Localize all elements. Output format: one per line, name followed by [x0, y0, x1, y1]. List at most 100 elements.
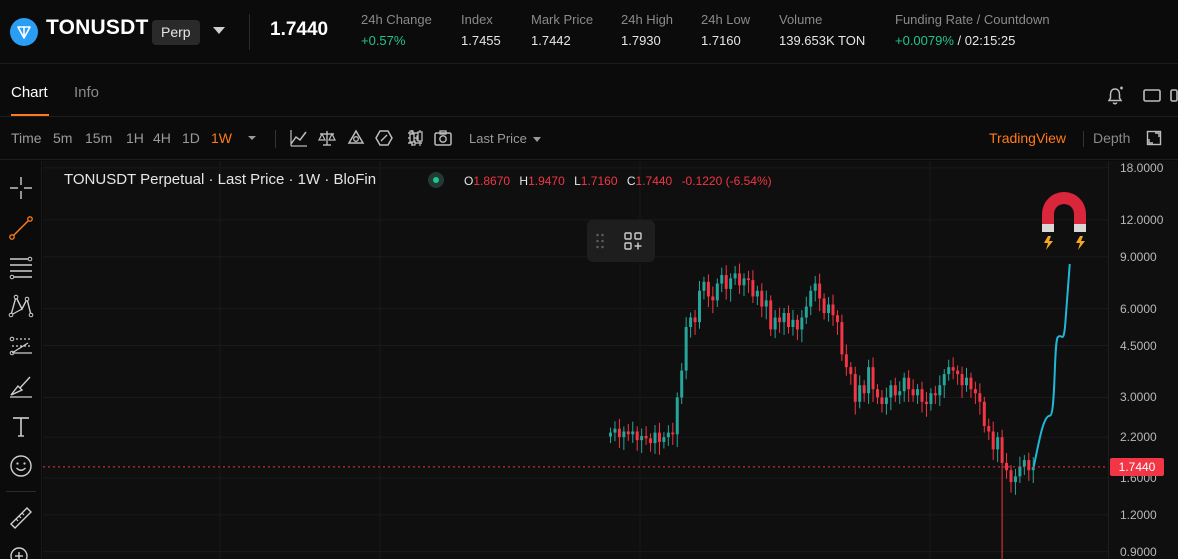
- drag-handle-icon[interactable]: [595, 233, 605, 249]
- candle-body: [889, 385, 893, 398]
- axis-tick-label: 2.2000: [1120, 430, 1157, 445]
- ohlc-open: 1.8670: [473, 174, 511, 188]
- candle-body: [640, 436, 644, 441]
- candle-body: [987, 426, 991, 432]
- ohlc-high-key: H: [519, 174, 529, 188]
- candle-body: [844, 354, 848, 368]
- axis-tick-label: 9.0000: [1120, 249, 1157, 264]
- candle-body: [938, 385, 942, 396]
- candle-body: [684, 326, 688, 371]
- candle-body: [867, 367, 871, 394]
- axis-tick-label: 18.0000: [1120, 160, 1164, 175]
- chart-legend-title: TONUSDT Perpetual · Last Price · 1W · Bl…: [64, 171, 377, 188]
- candle-body: [902, 377, 906, 392]
- candle-body: [773, 317, 777, 330]
- ohlc-open-key: O: [464, 174, 474, 188]
- candle-body: [622, 431, 626, 438]
- candle-body: [813, 283, 817, 291]
- candle-body: [880, 397, 884, 405]
- candle-body: [702, 281, 706, 291]
- ohlc-low: 1.7160: [580, 174, 618, 188]
- candle-body: [804, 306, 808, 318]
- candle-body: [849, 367, 853, 375]
- candle-body: [729, 278, 733, 289]
- candle-body: [809, 290, 813, 307]
- candle-body: [907, 377, 911, 390]
- candle-body: [635, 431, 639, 441]
- candle-body: [675, 397, 679, 435]
- candle-body: [649, 438, 653, 444]
- candle-body: [929, 393, 933, 405]
- candle-body: [653, 432, 657, 444]
- candle-body: [644, 436, 648, 439]
- candle-body: [1000, 437, 1004, 463]
- ohlc-low-key: L: [574, 174, 581, 188]
- candle-body: [822, 298, 826, 314]
- candle-body: [631, 431, 635, 435]
- candle-body: [720, 275, 724, 284]
- candle-body: [840, 322, 844, 355]
- candle-body: [724, 275, 728, 289]
- candle-body: [1027, 460, 1031, 471]
- candle-body: [671, 432, 675, 435]
- candle-body: [831, 304, 835, 316]
- projection-line: [1032, 263, 1071, 468]
- candle-body: [911, 389, 915, 396]
- candle-body: [933, 393, 937, 396]
- candle-body: [827, 304, 831, 314]
- add-widget-icon[interactable]: [623, 231, 643, 251]
- candle-body: [835, 315, 839, 323]
- market-status-icon: [428, 172, 444, 188]
- candle-body: [800, 317, 804, 330]
- ohlc-close-key: C: [626, 174, 636, 188]
- candle-body: [715, 283, 719, 301]
- axis-tick-label: 12.0000: [1120, 212, 1164, 227]
- candle-body: [876, 389, 879, 398]
- candle-body: [791, 319, 795, 327]
- candle-body: [978, 393, 982, 402]
- candle-body: [782, 313, 786, 323]
- candle-body: [760, 290, 764, 307]
- magnet-icon: [1042, 192, 1086, 250]
- candle-body: [711, 296, 715, 301]
- candle-body: [609, 432, 612, 437]
- candle-body: [1022, 460, 1026, 467]
- candle-body: [924, 401, 928, 405]
- candle-body: [884, 397, 888, 405]
- candle-body: [991, 431, 995, 450]
- current-price-tag: 1.7440: [1110, 457, 1164, 476]
- projected-price-path: [1032, 263, 1071, 468]
- candle-body: [769, 300, 773, 330]
- candle-body: [733, 273, 737, 279]
- candle-body: [693, 317, 697, 323]
- candle-body: [738, 273, 742, 286]
- candle-body: [698, 290, 701, 323]
- candle-body: [666, 432, 670, 438]
- candle-body: [662, 437, 666, 442]
- axis-tick-label: 0.9000: [1120, 544, 1157, 559]
- candle-body: [751, 280, 755, 297]
- candle-body: [982, 401, 986, 427]
- axis-tick-label: 1.2000: [1120, 507, 1157, 522]
- candle-body: [657, 432, 661, 442]
- candle-body: [742, 278, 746, 286]
- candle-body: [973, 389, 977, 394]
- candle-body: [862, 385, 866, 394]
- candle-body: [680, 370, 684, 398]
- candle-body: [893, 385, 897, 396]
- chart-svg: [43, 161, 1108, 559]
- ohlc-close: 1.7440: [635, 174, 673, 188]
- floating-toolbar[interactable]: [587, 220, 655, 262]
- candle-body: [689, 317, 693, 327]
- ohlc-change: -0.1220 (-6.54%): [681, 174, 772, 188]
- candle-body: [613, 428, 617, 433]
- candle-body: [818, 283, 822, 299]
- candle-body: [942, 374, 946, 386]
- candle-body: [916, 389, 920, 396]
- axis-tick-label: 3.0000: [1120, 390, 1157, 405]
- candle-body: [626, 431, 630, 435]
- candle-body: [1009, 470, 1013, 483]
- candle-body: [706, 281, 710, 297]
- axis-tick-label: 6.0000: [1120, 301, 1157, 316]
- candle-body: [746, 278, 750, 281]
